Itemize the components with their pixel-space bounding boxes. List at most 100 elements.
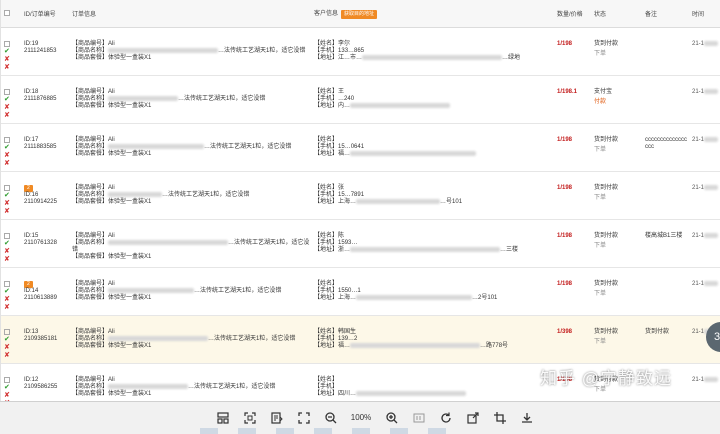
quantity-price: 1/198 [557,280,573,287]
delete-icon[interactable]: ✘ [4,160,21,168]
order-id-cell: ID:15 2110761328 [21,219,69,268]
price-cell: 1/198.1 [554,75,591,124]
reject-icon[interactable]: ✘ [4,248,21,256]
goods-no: Ali [108,40,115,47]
approve-icon[interactable]: ✔ [4,240,21,248]
order-row[interactable]: ✔ ✘ ✘ ID:19 2111241853 【商品编号】Ali 【商品名称】…… [1,27,720,76]
payment-status: 货到付款 [594,232,619,239]
delete-icon[interactable]: ✘ [4,304,21,312]
order-row[interactable]: ✔ ✘ ✘ 2 ID:14 2110613889 【商品编号】Ali 【商品名称… [1,267,720,316]
tab-strip-partial [200,428,460,434]
download-icon[interactable] [517,408,536,427]
status-cell: 货到付款 下单 [591,315,642,364]
order-number: 2109385181 [24,335,58,342]
row-checkbox[interactable] [4,376,10,383]
approve-icon[interactable]: ✔ [4,96,21,104]
row-checkbox[interactable] [4,328,10,335]
goods-package: 体验型一盒装X1 [108,198,152,205]
get-address-button[interactable]: 获取目的地址 [341,9,378,19]
reject-icon[interactable]: ✘ [4,392,21,400]
goods-name: …法传统工艺湖天1粒，适它没错 [204,143,292,150]
customer-phone: 1593… [338,239,358,246]
zoom-level: 100% [350,413,372,422]
row-actions: ✔ ✘ ✘ [1,267,21,316]
goods-no: Ali [108,184,115,191]
select-all-checkbox[interactable] [4,9,10,16]
goods-package: 体验型一盒装X1 [108,253,152,260]
customer-name: 张 [338,184,345,191]
row-checkbox[interactable] [4,232,10,239]
customer-address: 上海… [338,198,357,205]
fit-screen-icon[interactable] [294,408,313,427]
zoom-in-icon[interactable] [382,408,401,427]
approve-icon[interactable]: ✔ [4,192,21,200]
reject-icon[interactable]: ✘ [4,296,21,304]
open-external-icon[interactable] [463,408,482,427]
blurred-text [356,198,441,204]
order-note: 货到付款 [645,328,670,335]
order-note: cccccccccccccc ccc [645,136,687,150]
zoom-out-icon[interactable] [321,408,340,427]
rotate-icon[interactable] [436,408,455,427]
order-info-cell: 【商品编号】Ali 【商品名称】 …法传统工艺湖天1粒，适它没错 【商品套餐】体验… [69,75,311,124]
reject-icon[interactable]: ✘ [4,56,21,64]
delete-icon[interactable]: ✘ [4,208,21,216]
order-time: 21-1 [692,280,705,287]
goods-package: 体验型一盒装X1 [108,294,152,301]
order-info-cell: 【商品编号】Ali 【商品名称】 …法传统工艺湖天1粒，适它没错 【商品套餐】体验… [69,123,311,172]
goods-package: 体验型一盒装X1 [108,390,152,397]
order-number: 2111876885 [24,95,57,102]
goods-name: …法传统工艺湖天1粒，适它没错 [188,383,276,390]
delete-icon[interactable]: ✘ [4,352,21,360]
header-status: 状态 [591,0,642,28]
reject-icon[interactable]: ✘ [4,152,21,160]
toolbar-buttons: 100% [213,408,544,427]
reject-icon[interactable]: ✘ [4,104,21,112]
delete-icon[interactable]: ✘ [4,112,21,120]
quantity-price: 1/198 [557,136,573,143]
reject-icon[interactable]: ✘ [4,200,21,208]
layout-icon[interactable] [213,408,232,427]
scan-icon[interactable] [240,408,259,427]
row-checkbox[interactable] [4,136,10,143]
blurred-text [350,342,481,348]
blurred-text [350,150,477,156]
customer-cell: 【姓名】王 【手机】…240 【地址】内… [311,75,554,124]
delete-icon[interactable]: ✘ [4,64,21,72]
order-row[interactable]: ✔ ✘ ✘ 2 ID:16 2110914225 【商品编号】Ali 【商品名称… [1,171,720,220]
select-all-header[interactable] [1,0,21,28]
note-cell [642,171,689,220]
order-row[interactable]: ✔ ✘ ✘ ID:15 2110761328 【商品编号】Ali 【商品名称】…… [1,219,720,268]
blurred-text [704,376,719,382]
crop-icon[interactable] [490,408,509,427]
approve-icon[interactable]: ✔ [4,336,21,344]
order-row[interactable]: ✔ ✘ ✘ ID:13 2109385181 【商品编号】Ali 【商品名称】…… [1,315,720,364]
time-cell: 21-1 [689,75,720,124]
order-row[interactable]: ✔ ✘ ✘ ID:17 2111883585 【商品编号】Ali 【商品名称】…… [1,123,720,172]
approve-icon[interactable]: ✔ [4,384,21,392]
blurred-text [108,287,195,293]
order-stage: 下单 [594,146,607,153]
reject-icon[interactable]: ✘ [4,344,21,352]
extract-text-icon[interactable] [267,408,286,427]
order-row[interactable]: ✔ ✘ ✘ ID:18 2111876885 【商品编号】Ali 【商品名称】…… [1,75,720,124]
customer-phone: 15…7891 [338,191,365,198]
goods-no: Ali [108,328,115,335]
row-checkbox[interactable] [4,40,10,47]
row-checkbox[interactable] [4,280,10,287]
payment-status: 货到付款 [594,40,619,47]
customer-cell: 【姓名】 【手机】1550…1 【地址】上海… …2号101 [311,267,554,316]
approve-icon[interactable]: ✔ [4,288,21,296]
note-cell: 楼高城B1三楼 [642,219,689,268]
delete-icon[interactable]: ✘ [4,256,21,264]
approve-icon[interactable]: ✔ [4,48,21,56]
order-id: ID:19 [24,40,39,47]
order-number: 2110761328 [24,239,57,246]
actual-size-icon[interactable] [409,408,428,427]
blurred-text [108,47,219,53]
row-checkbox[interactable] [4,88,10,95]
row-checkbox[interactable] [4,184,10,191]
customer-name: 韩国生 [338,328,357,335]
approve-icon[interactable]: ✔ [4,144,21,152]
goods-name: …法传统工艺湖天1粒，适它没错 [194,287,282,294]
